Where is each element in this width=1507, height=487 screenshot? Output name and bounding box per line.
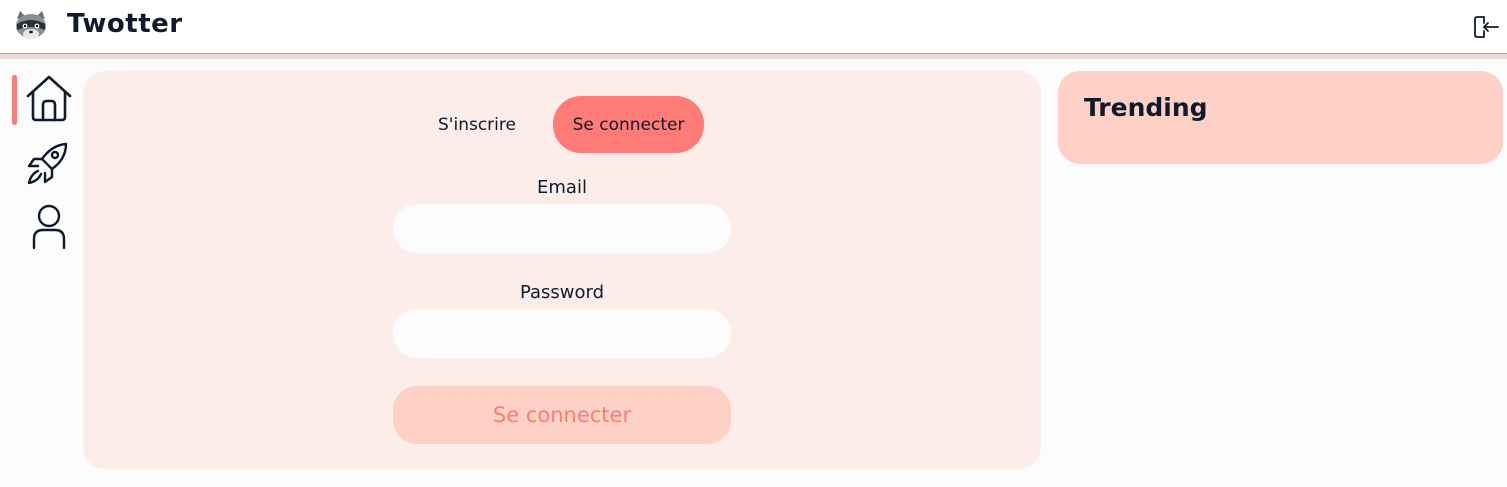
nav-item-explore[interactable]: [24, 139, 74, 189]
rocket-icon: [27, 142, 68, 185]
trending-title: Trending: [1084, 93, 1208, 122]
top-bar: Twotter: [0, 0, 1507, 54]
password-label: Password: [519, 282, 605, 303]
home-icon: [26, 75, 72, 122]
top-bar-divider: [0, 54, 1507, 59]
app-title: Twotter: [67, 9, 183, 39]
user-icon: [32, 204, 66, 250]
raccoon-icon: [13, 10, 49, 42]
logout-icon[interactable]: [1472, 14, 1500, 40]
nav-item-home[interactable]: [24, 73, 74, 123]
login-submit-button[interactable]: Se connecter: [393, 386, 731, 444]
active-nav-indicator: [12, 75, 17, 125]
email-field[interactable]: [393, 204, 731, 253]
email-label: Email: [537, 177, 587, 198]
nav-item-profile[interactable]: [24, 201, 74, 251]
tab-login[interactable]: Se connecter: [553, 96, 704, 153]
trending-card: Trending: [1058, 71, 1503, 164]
password-field[interactable]: [393, 309, 731, 358]
tab-signup[interactable]: S'inscrire: [421, 96, 533, 153]
